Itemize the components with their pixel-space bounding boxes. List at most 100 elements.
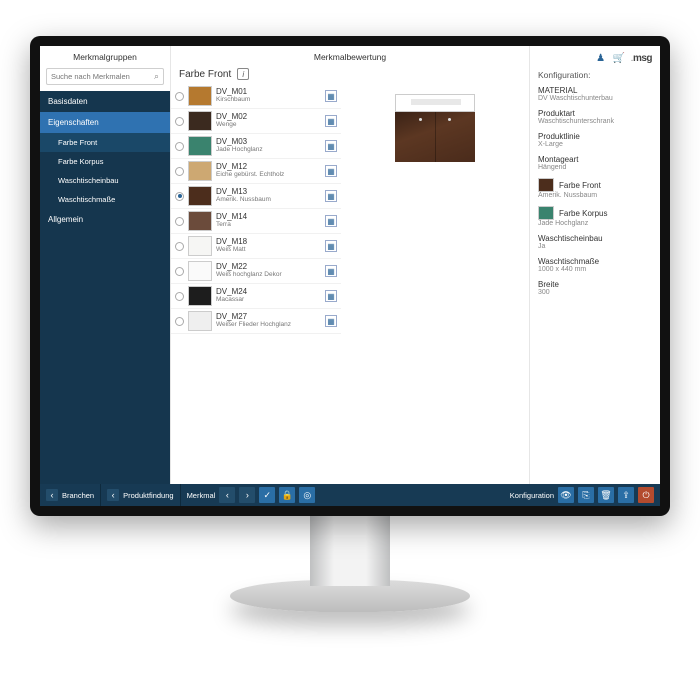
details-icon[interactable]: ▦ (325, 165, 337, 177)
front-label: Farbe Front (559, 181, 601, 190)
color-swatch (188, 86, 212, 106)
copy-button[interactable]: ⎘ (578, 487, 594, 503)
color-swatch (188, 136, 212, 156)
details-icon[interactable]: ▦ (325, 90, 337, 102)
swatch-korpus (538, 206, 554, 220)
search-input[interactable] (51, 72, 154, 81)
details-icon[interactable]: ▦ (325, 215, 337, 227)
radio-button[interactable] (175, 117, 184, 126)
front-value: Amerik. Nussbaum (538, 192, 652, 199)
wtmasse-value: 1000 x 440 mm (538, 266, 652, 273)
attribute-name: Farbe Front (179, 69, 231, 80)
option-row[interactable]: DV_M14Terra ▦ (171, 209, 341, 234)
option-row[interactable]: DV_M18Weiß Matt▦ (171, 234, 341, 259)
search-input-wrap[interactable]: ⌕ (46, 68, 164, 85)
wteinbau-value: Ja (538, 243, 652, 250)
view-button[interactable]: 👁 (558, 487, 574, 503)
radio-button[interactable] (175, 92, 184, 101)
cart-icon[interactable]: 🛒 (613, 52, 625, 64)
power-button[interactable]: ⏻ (638, 487, 654, 503)
prev-button[interactable]: ‹ (219, 487, 235, 503)
radio-button[interactable] (175, 292, 184, 301)
details-icon[interactable]: ▦ (325, 265, 337, 277)
nav: Basisdaten Eigenschaften Farbe Front Far… (40, 91, 170, 484)
confirm-button[interactable]: ✓ (259, 487, 275, 503)
export-button[interactable]: ⇪ (618, 487, 634, 503)
option-row[interactable]: DV_M27Weißer Flieder Hochglanz▦ (171, 309, 341, 334)
radio-button[interactable] (175, 242, 184, 251)
produktart-label: Produktart (538, 109, 652, 118)
search-icon: ⌕ (154, 71, 159, 82)
chevron-left-icon[interactable]: ‹ (46, 489, 58, 501)
radio-button[interactable] (175, 217, 184, 226)
color-swatch (188, 261, 212, 281)
option-name: Weißer Flieder Hochglanz (216, 322, 321, 329)
swatch-front (538, 178, 554, 192)
radio-button[interactable] (175, 192, 184, 201)
color-swatch (188, 161, 212, 181)
material-value: DV Waschtischunterbau (538, 95, 652, 102)
nav-eigenschaften[interactable]: Eigenschaften (40, 112, 170, 133)
option-name: Weiß hochglanz Dekor (216, 272, 321, 279)
nav-sub-farbe-front[interactable]: Farbe Front (40, 133, 170, 152)
delete-button[interactable]: 🗑 (598, 487, 614, 503)
option-name: Macassar (216, 297, 321, 304)
footer-konfig: Konfiguration (510, 491, 554, 500)
target-button[interactable]: ◎ (299, 487, 315, 503)
montageart-value: Hängend (538, 164, 652, 171)
color-swatch (188, 111, 212, 131)
details-icon[interactable]: ▦ (325, 315, 337, 327)
nav-allgemein[interactable]: Allgemein (40, 209, 170, 230)
details-icon[interactable]: ▦ (325, 140, 337, 152)
korpus-label: Farbe Korpus (559, 209, 607, 218)
lock-button[interactable]: 🔒 (279, 487, 295, 503)
details-icon[interactable]: ▦ (325, 115, 337, 127)
footer-merkmal: Merkmal (187, 491, 216, 500)
produktlinie-value: X-Large (538, 141, 652, 148)
footer-produkt[interactable]: Produktfindung (123, 491, 173, 500)
nav-sub-farbe-korpus[interactable]: Farbe Korpus (40, 152, 170, 171)
radio-button[interactable] (175, 142, 184, 151)
option-row[interactable]: DV_M22Weiß hochglanz Dekor▦ (171, 259, 341, 284)
wteinbau-label: Waschtischeinbau (538, 234, 652, 243)
details-icon[interactable]: ▦ (325, 240, 337, 252)
next-button[interactable]: › (239, 487, 255, 503)
details-icon[interactable]: ▦ (325, 290, 337, 302)
radio-button[interactable] (175, 317, 184, 326)
produktart-value: Waschtischunterschrank (538, 118, 652, 125)
sidebar: Merkmalgruppen ⌕ Basisdaten Eigenschafte… (40, 46, 170, 484)
option-row[interactable]: DV_M03Jade Hochglanz▦ (171, 134, 341, 159)
breite-value: 300 (538, 289, 652, 296)
option-name: Wenge (216, 122, 321, 129)
option-row[interactable]: DV_M12Eiche gebürst. Echtholz▦ (171, 159, 341, 184)
option-name: Kirschbaum (216, 97, 321, 104)
chevron-left-icon[interactable]: ‹ (107, 489, 119, 501)
option-row[interactable]: DV_M13Amerik. Nussbaum▦ (171, 184, 341, 209)
color-swatch (188, 311, 212, 331)
color-swatch (188, 186, 212, 206)
option-name: Terra (216, 222, 321, 229)
details-icon[interactable]: ▦ (325, 190, 337, 202)
nav-sub-waschtischmasse[interactable]: Waschtischmaße (40, 190, 170, 209)
montageart-label: Montageart (538, 155, 652, 164)
nav-sub-waschtischeinbau[interactable]: Waschtischeinbau (40, 171, 170, 190)
option-code: DV_M14 (216, 213, 321, 221)
option-row[interactable]: DV_M02Wenge▦ (171, 109, 341, 134)
color-swatch (188, 236, 212, 256)
footer-branchen[interactable]: Branchen (62, 491, 94, 500)
option-row[interactable]: DV_M01Kirschbaum▦ (171, 84, 341, 109)
user-icon[interactable]: ♟ (595, 52, 607, 64)
nav-basisdaten[interactable]: Basisdaten (40, 91, 170, 112)
wtmasse-label: Waschtischmaße (538, 257, 652, 266)
option-name: Jade Hochglanz (216, 147, 321, 154)
info-button[interactable]: i (237, 68, 249, 80)
radio-button[interactable] (175, 267, 184, 276)
korpus-value: Jade Hochglanz (538, 220, 652, 227)
config-panel: ♟ 🛒 .msg Konfiguration: MATERIALDV Wasch… (530, 46, 660, 484)
option-row[interactable]: DV_M24Macassar▦ (171, 284, 341, 309)
footer-bar: ‹Branchen ‹Produktfindung Merkmal ‹ › ✓ … (40, 484, 660, 506)
color-swatch (188, 211, 212, 231)
produktlinie-label: Produktlinie (538, 132, 652, 141)
config-title: Konfiguration: (538, 70, 652, 80)
radio-button[interactable] (175, 167, 184, 176)
